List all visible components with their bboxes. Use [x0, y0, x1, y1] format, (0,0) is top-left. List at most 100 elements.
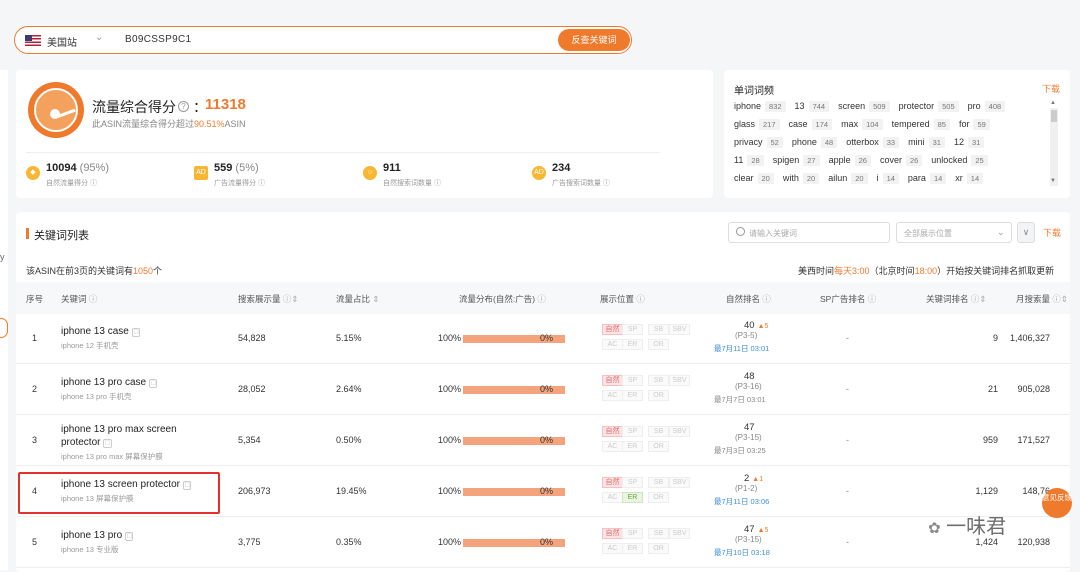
- sidebar-edge-text: y: [0, 252, 5, 262]
- score-subtitle: 此ASIN流量综合得分超过90.51%ASIN: [92, 117, 246, 130]
- time-text: ）开始按关键词排名抓取更新: [937, 266, 1055, 276]
- header-natural-rank[interactable]: 自然排名 ⓘ: [726, 293, 771, 305]
- word-count: 20: [802, 173, 820, 184]
- word-term[interactable]: privacy: [734, 137, 763, 147]
- rank-value: 2: [744, 473, 750, 484]
- rank-value: 47: [744, 422, 755, 433]
- keyword-search-input[interactable]: 请输入关键词: [728, 222, 890, 243]
- copy-icon[interactable]: □: [131, 328, 141, 337]
- word-term[interactable]: case: [789, 119, 808, 129]
- word-term[interactable]: tempered: [892, 119, 930, 129]
- header-display-position[interactable]: 展示位置 ⓘ: [600, 293, 645, 305]
- word-term[interactable]: phone: [792, 137, 817, 147]
- header-traffic-share[interactable]: 流量占比 ⇕: [336, 293, 380, 305]
- metric-label: 广告搜索词数量 ⓘ: [552, 180, 610, 187]
- sort-icon[interactable]: ⓘ⇕: [969, 294, 987, 304]
- time-text: 美西时间: [798, 266, 835, 276]
- word-term[interactable]: clear: [734, 173, 754, 183]
- rank-date[interactable]: 最7月11日 03:06: [714, 496, 769, 507]
- word-term[interactable]: with: [783, 173, 799, 183]
- word-count: 744: [808, 101, 830, 112]
- word-term[interactable]: spigen: [773, 155, 800, 165]
- word-term[interactable]: otterbox: [846, 137, 879, 147]
- header-traffic-distribution[interactable]: 流量分布(自然:广告) ⓘ: [459, 293, 546, 305]
- word-term[interactable]: 12: [954, 137, 964, 147]
- header-monthly-searches[interactable]: 月搜索量 ⓘ⇕: [1016, 293, 1068, 305]
- word-term[interactable]: screen: [838, 101, 865, 111]
- rank-date[interactable]: 最7月10日 03:18: [714, 547, 770, 558]
- word-term[interactable]: pro: [968, 101, 981, 111]
- word-term[interactable]: i: [877, 173, 879, 183]
- keyword-count: 该ASIN在前3页的关键词有1050个: [26, 264, 162, 277]
- position-tag: SB: [648, 528, 669, 539]
- position-tag: SP: [622, 528, 643, 539]
- word-term[interactable]: cover: [880, 155, 902, 165]
- asin-input[interactable]: B09CSSP9C1: [125, 34, 191, 45]
- sort-icon[interactable]: ⓘ⇕: [281, 294, 299, 304]
- sort-icon[interactable]: ⓘ: [535, 294, 546, 304]
- word-term[interactable]: mini: [908, 137, 925, 147]
- word-term[interactable]: 13: [795, 101, 805, 111]
- word-term[interactable]: unlocked: [931, 155, 967, 165]
- position-tag: AC: [602, 543, 623, 554]
- copy-icon[interactable]: □: [149, 379, 158, 388]
- scrollbar-thumb[interactable]: [1051, 110, 1057, 122]
- position-tag: 自然: [602, 426, 623, 437]
- sort-icon[interactable]: ⇕: [370, 294, 379, 304]
- copy-icon[interactable]: □: [103, 439, 112, 448]
- keyword-rank-value: 1,129: [975, 486, 998, 496]
- header-sp-ad-rank[interactable]: SP广告排名 ⓘ: [820, 293, 876, 305]
- time-text: （北京时间: [869, 266, 915, 276]
- monthly-searches-value: 171,527: [1017, 435, 1050, 445]
- natural-rank: 47 ▲5: [744, 524, 768, 535]
- metric-value: 234: [552, 162, 571, 174]
- sort-icon[interactable]: ⓘ⇕: [1050, 294, 1068, 304]
- position-select[interactable]: 全部展示位置 ⌄: [896, 222, 1012, 243]
- word-term[interactable]: 11: [734, 155, 743, 165]
- scroll-down-icon[interactable]: ▼: [1050, 178, 1056, 184]
- search-icon: [736, 227, 745, 236]
- header-label: 流量分布(自然:广告): [459, 294, 536, 304]
- us-flag-icon: [25, 35, 41, 46]
- keyword-text: iphone 13 case: [61, 326, 129, 337]
- keyword-link[interactable]: iphone 13 case □: [61, 325, 211, 339]
- header-impressions[interactable]: 搜索展示量 ⓘ⇕: [238, 293, 299, 305]
- word-term[interactable]: glass: [734, 119, 755, 129]
- download-link[interactable]: 下载: [1043, 226, 1061, 239]
- row-index: 5: [32, 537, 38, 547]
- word-term[interactable]: protector: [899, 101, 935, 111]
- rank-date[interactable]: 最7月11日 03:01: [714, 343, 769, 354]
- traffic-share-value: 2.64%: [336, 384, 362, 394]
- scroll-up-icon[interactable]: ▲: [1050, 100, 1056, 106]
- expand-button[interactable]: ∨: [1017, 222, 1035, 243]
- download-link[interactable]: 下载: [1042, 82, 1060, 95]
- copy-icon[interactable]: □: [125, 532, 134, 541]
- site-selector[interactable]: 美国站: [47, 34, 77, 49]
- impressions-value: 3,775: [238, 537, 261, 547]
- feedback-button[interactable]: 意见反馈: [1042, 488, 1072, 518]
- word-term[interactable]: iphone: [734, 101, 761, 111]
- rank-up-indicator: ▲5: [757, 323, 769, 330]
- word-term[interactable]: ailun: [828, 173, 847, 183]
- sort-icon[interactable]: ⓘ: [865, 294, 877, 304]
- chevron-down-icon[interactable]: ⌄: [95, 32, 103, 43]
- word-term[interactable]: para: [908, 173, 926, 183]
- reverse-keyword-button[interactable]: 反查关键词: [558, 29, 630, 51]
- sort-icon[interactable]: ⓘ: [634, 294, 645, 304]
- header-keyword-rank[interactable]: 关键词排名 ⓘ⇕: [926, 293, 987, 305]
- title-accent-bar: [26, 228, 29, 239]
- word-term[interactable]: xr: [955, 173, 963, 183]
- keyword-text: iphone 13 pro: [61, 530, 123, 541]
- keyword-link[interactable]: iphone 13 pro max screen protector □: [61, 423, 211, 450]
- help-icon[interactable]: ?: [178, 101, 189, 112]
- keyword-link[interactable]: iphone 13 pro □: [61, 529, 211, 543]
- word-term[interactable]: max: [841, 119, 858, 129]
- speedometer-icon: [28, 82, 84, 138]
- word-term[interactable]: for: [959, 119, 970, 129]
- metric-label-text: 自然流量得分: [46, 180, 88, 187]
- keyword-link[interactable]: iphone 13 pro case □: [61, 376, 211, 390]
- sort-icon[interactable]: ⓘ: [87, 294, 98, 304]
- word-term[interactable]: apple: [829, 155, 851, 165]
- sort-icon[interactable]: ⓘ: [760, 294, 771, 304]
- natural-percent: 100%: [438, 486, 462, 496]
